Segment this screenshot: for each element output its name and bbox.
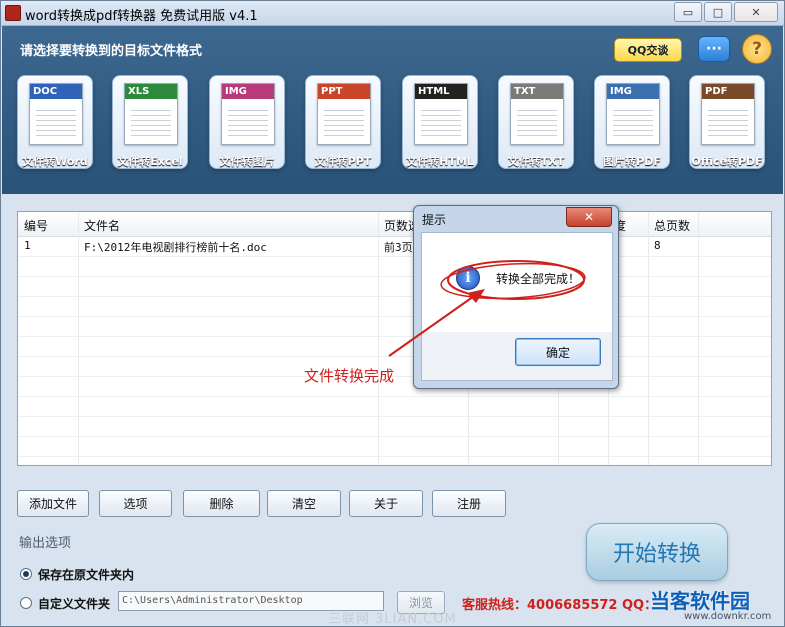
tool-xls-1[interactable]: XLS 文件转Excel bbox=[112, 75, 188, 169]
tool-pdf-7[interactable]: PDF Office转PDF bbox=[689, 75, 765, 169]
empty-row bbox=[18, 416, 771, 437]
completion-dialog: 提示 ✕ i 转换全部完成！ 确定 bbox=[413, 205, 619, 389]
custom-folder-radio[interactable] bbox=[20, 597, 32, 609]
tool-preview bbox=[517, 106, 557, 138]
col-header-id[interactable]: 编号 bbox=[24, 217, 48, 234]
tool-tag: HTML bbox=[415, 84, 467, 99]
tool-label: 文件转HTML bbox=[406, 155, 474, 168]
tool-tag: PDF bbox=[702, 84, 754, 99]
col-header-filename[interactable]: 文件名 bbox=[84, 217, 120, 234]
table-header: 编号 文件名 页数选 度 总页数 bbox=[18, 212, 771, 237]
register-button[interactable]: 注册 bbox=[432, 490, 506, 517]
watermark-site-url: www.downkr.com bbox=[684, 611, 772, 622]
cell-pages-select[interactable]: 前3页 bbox=[384, 239, 413, 255]
tool-tag: IMG bbox=[222, 84, 274, 99]
tool-label: 文件转图片 bbox=[219, 155, 275, 168]
help-icon[interactable]: ? bbox=[742, 34, 772, 64]
output-options-title: 输出选项 bbox=[19, 536, 72, 551]
empty-row bbox=[18, 396, 771, 417]
tool-label: Office转PDF bbox=[691, 155, 763, 168]
about-button[interactable]: 关于 bbox=[349, 490, 423, 517]
dialog-title: 提示 bbox=[422, 213, 447, 227]
table-row[interactable]: 1 F:\2012年电视剧排行榜前十名.doc 前3页 8 bbox=[18, 236, 771, 257]
image-to-pdf-icon: IMG bbox=[606, 83, 660, 145]
tool-preview bbox=[421, 106, 461, 138]
tool-preview bbox=[228, 106, 268, 138]
empty-row bbox=[18, 256, 771, 277]
tool-img-6[interactable]: IMG 图片转PDF bbox=[594, 75, 670, 169]
tool-label: 文件转Word bbox=[22, 155, 88, 168]
col-header-total-pages[interactable]: 总页数 bbox=[654, 217, 690, 234]
file-table: 编号 文件名 页数选 度 总页数 1 F:\2012年电视剧排行榜前十名.doc… bbox=[17, 211, 772, 466]
tool-preview bbox=[613, 106, 653, 138]
empty-row bbox=[18, 336, 771, 357]
tool-img-2[interactable]: IMG 文件转图片 bbox=[209, 75, 285, 169]
empty-row bbox=[18, 376, 771, 397]
app-window: word转换成pdf转换器 免费试用版 v4.1 ▭ □ ✕ 请选择要转换到的目… bbox=[0, 0, 785, 627]
info-icon: i bbox=[456, 266, 480, 290]
cell-id: 1 bbox=[24, 239, 31, 252]
tool-tag: DOC bbox=[30, 84, 82, 99]
ppt-file-icon: PPT bbox=[317, 83, 371, 145]
tool-label: 文件转Excel bbox=[117, 155, 183, 168]
close-button[interactable]: ✕ bbox=[734, 2, 778, 22]
excel-chart-icon: XLS bbox=[124, 83, 178, 145]
cell-total-pages: 8 bbox=[654, 239, 661, 252]
tool-label: 文件转PPT bbox=[314, 155, 372, 168]
tool-tag: IMG bbox=[607, 84, 659, 99]
support-hotline: 客服热线：4006685572 QQ： bbox=[462, 598, 658, 613]
tool-txt-5[interactable]: TXT 文件转TXT bbox=[498, 75, 574, 169]
clear-button[interactable]: 清空 bbox=[267, 490, 341, 517]
dialog-close-button[interactable]: ✕ bbox=[566, 207, 612, 227]
annotation-label: 文件转换完成 bbox=[304, 367, 395, 385]
word-doc-icon: DOC bbox=[29, 83, 83, 145]
keep-folder-label[interactable]: 保存在原文件夹内 bbox=[38, 566, 134, 583]
delete-button[interactable]: 删除 bbox=[183, 490, 260, 517]
pdf-file-icon: PDF bbox=[701, 83, 755, 145]
custom-folder-label[interactable]: 自定义文件夹 bbox=[38, 595, 110, 612]
dialog-ok-button[interactable]: 确定 bbox=[515, 338, 601, 366]
empty-row bbox=[18, 296, 771, 317]
empty-row bbox=[18, 436, 771, 457]
dialog-message: 转换全部完成！ bbox=[496, 272, 581, 286]
format-panel-heading: 请选择要转换到的目标文件格式 bbox=[20, 44, 203, 59]
empty-row bbox=[18, 356, 771, 377]
tool-doc-0[interactable]: DOC 文件转Word bbox=[17, 75, 93, 169]
window-title: word转换成pdf转换器 免费试用版 v4.1 bbox=[25, 9, 258, 24]
tool-tag: XLS bbox=[125, 84, 177, 99]
txt-file-icon: TXT bbox=[510, 83, 564, 145]
qq-chat-button[interactable]: QQ交谈 bbox=[614, 38, 682, 62]
format-panel: 请选择要转换到的目标文件格式 QQ交谈 ··· ? DOC 文件转Word XLS 文… bbox=[2, 26, 783, 194]
tool-html-4[interactable]: HTML 文件转HTML bbox=[402, 75, 478, 169]
options-button[interactable]: 选项 bbox=[99, 490, 172, 517]
tool-preview bbox=[36, 106, 76, 138]
tool-preview bbox=[324, 106, 364, 138]
watermark-faint: 三联网 3LIAN.COM bbox=[328, 612, 457, 627]
tool-preview bbox=[131, 106, 171, 138]
tool-tag: TXT bbox=[511, 84, 563, 99]
html-globe-icon: HTML bbox=[414, 83, 468, 145]
chat-bubble-icon[interactable]: ··· bbox=[698, 36, 730, 62]
tool-ppt-3[interactable]: PPT 文件转PPT bbox=[305, 75, 381, 169]
maximize-button[interactable]: □ bbox=[704, 2, 732, 22]
tool-preview bbox=[708, 106, 748, 138]
app-icon bbox=[5, 5, 21, 21]
tool-tag: PPT bbox=[318, 84, 370, 99]
start-convert-button[interactable]: 开始转换 bbox=[586, 523, 728, 581]
keep-folder-radio[interactable] bbox=[20, 568, 32, 580]
minimize-button[interactable]: ▭ bbox=[674, 2, 702, 22]
tool-label: 图片转PDF bbox=[603, 155, 661, 168]
empty-row bbox=[18, 316, 771, 337]
image-file-icon: IMG bbox=[221, 83, 275, 145]
window-controls: ▭ □ ✕ bbox=[674, 2, 778, 22]
empty-row bbox=[18, 276, 771, 297]
dialog-body: i 转换全部完成！ bbox=[421, 232, 613, 334]
watermark-site-name: 当客软件园 bbox=[650, 589, 750, 613]
title-bar: word转换成pdf转换器 免费试用版 v4.1 ▭ □ ✕ bbox=[1, 1, 784, 26]
add-file-button[interactable]: 添加文件 bbox=[17, 490, 89, 517]
tool-label: 文件转TXT bbox=[507, 155, 565, 168]
cell-filename: F:\2012年电视剧排行榜前十名.doc bbox=[84, 241, 267, 254]
